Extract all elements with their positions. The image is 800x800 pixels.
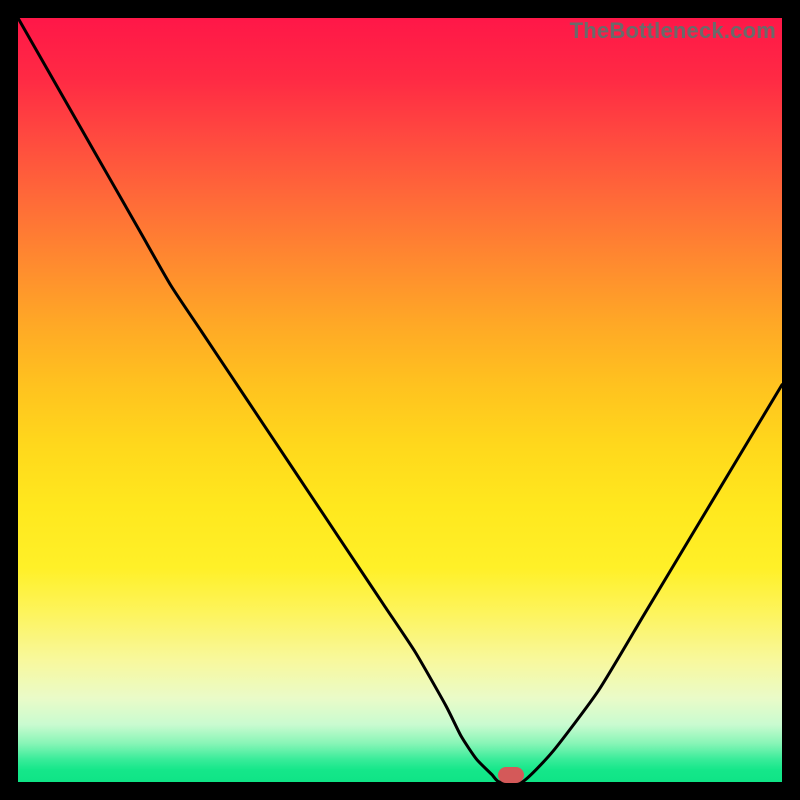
optimal-marker (498, 767, 524, 783)
plot-area: TheBottleneck.com (18, 18, 782, 782)
curve-svg (18, 18, 782, 782)
chart-container: TheBottleneck.com (0, 0, 800, 800)
bottleneck-curve (18, 18, 782, 782)
watermark-text: TheBottleneck.com (570, 18, 776, 44)
